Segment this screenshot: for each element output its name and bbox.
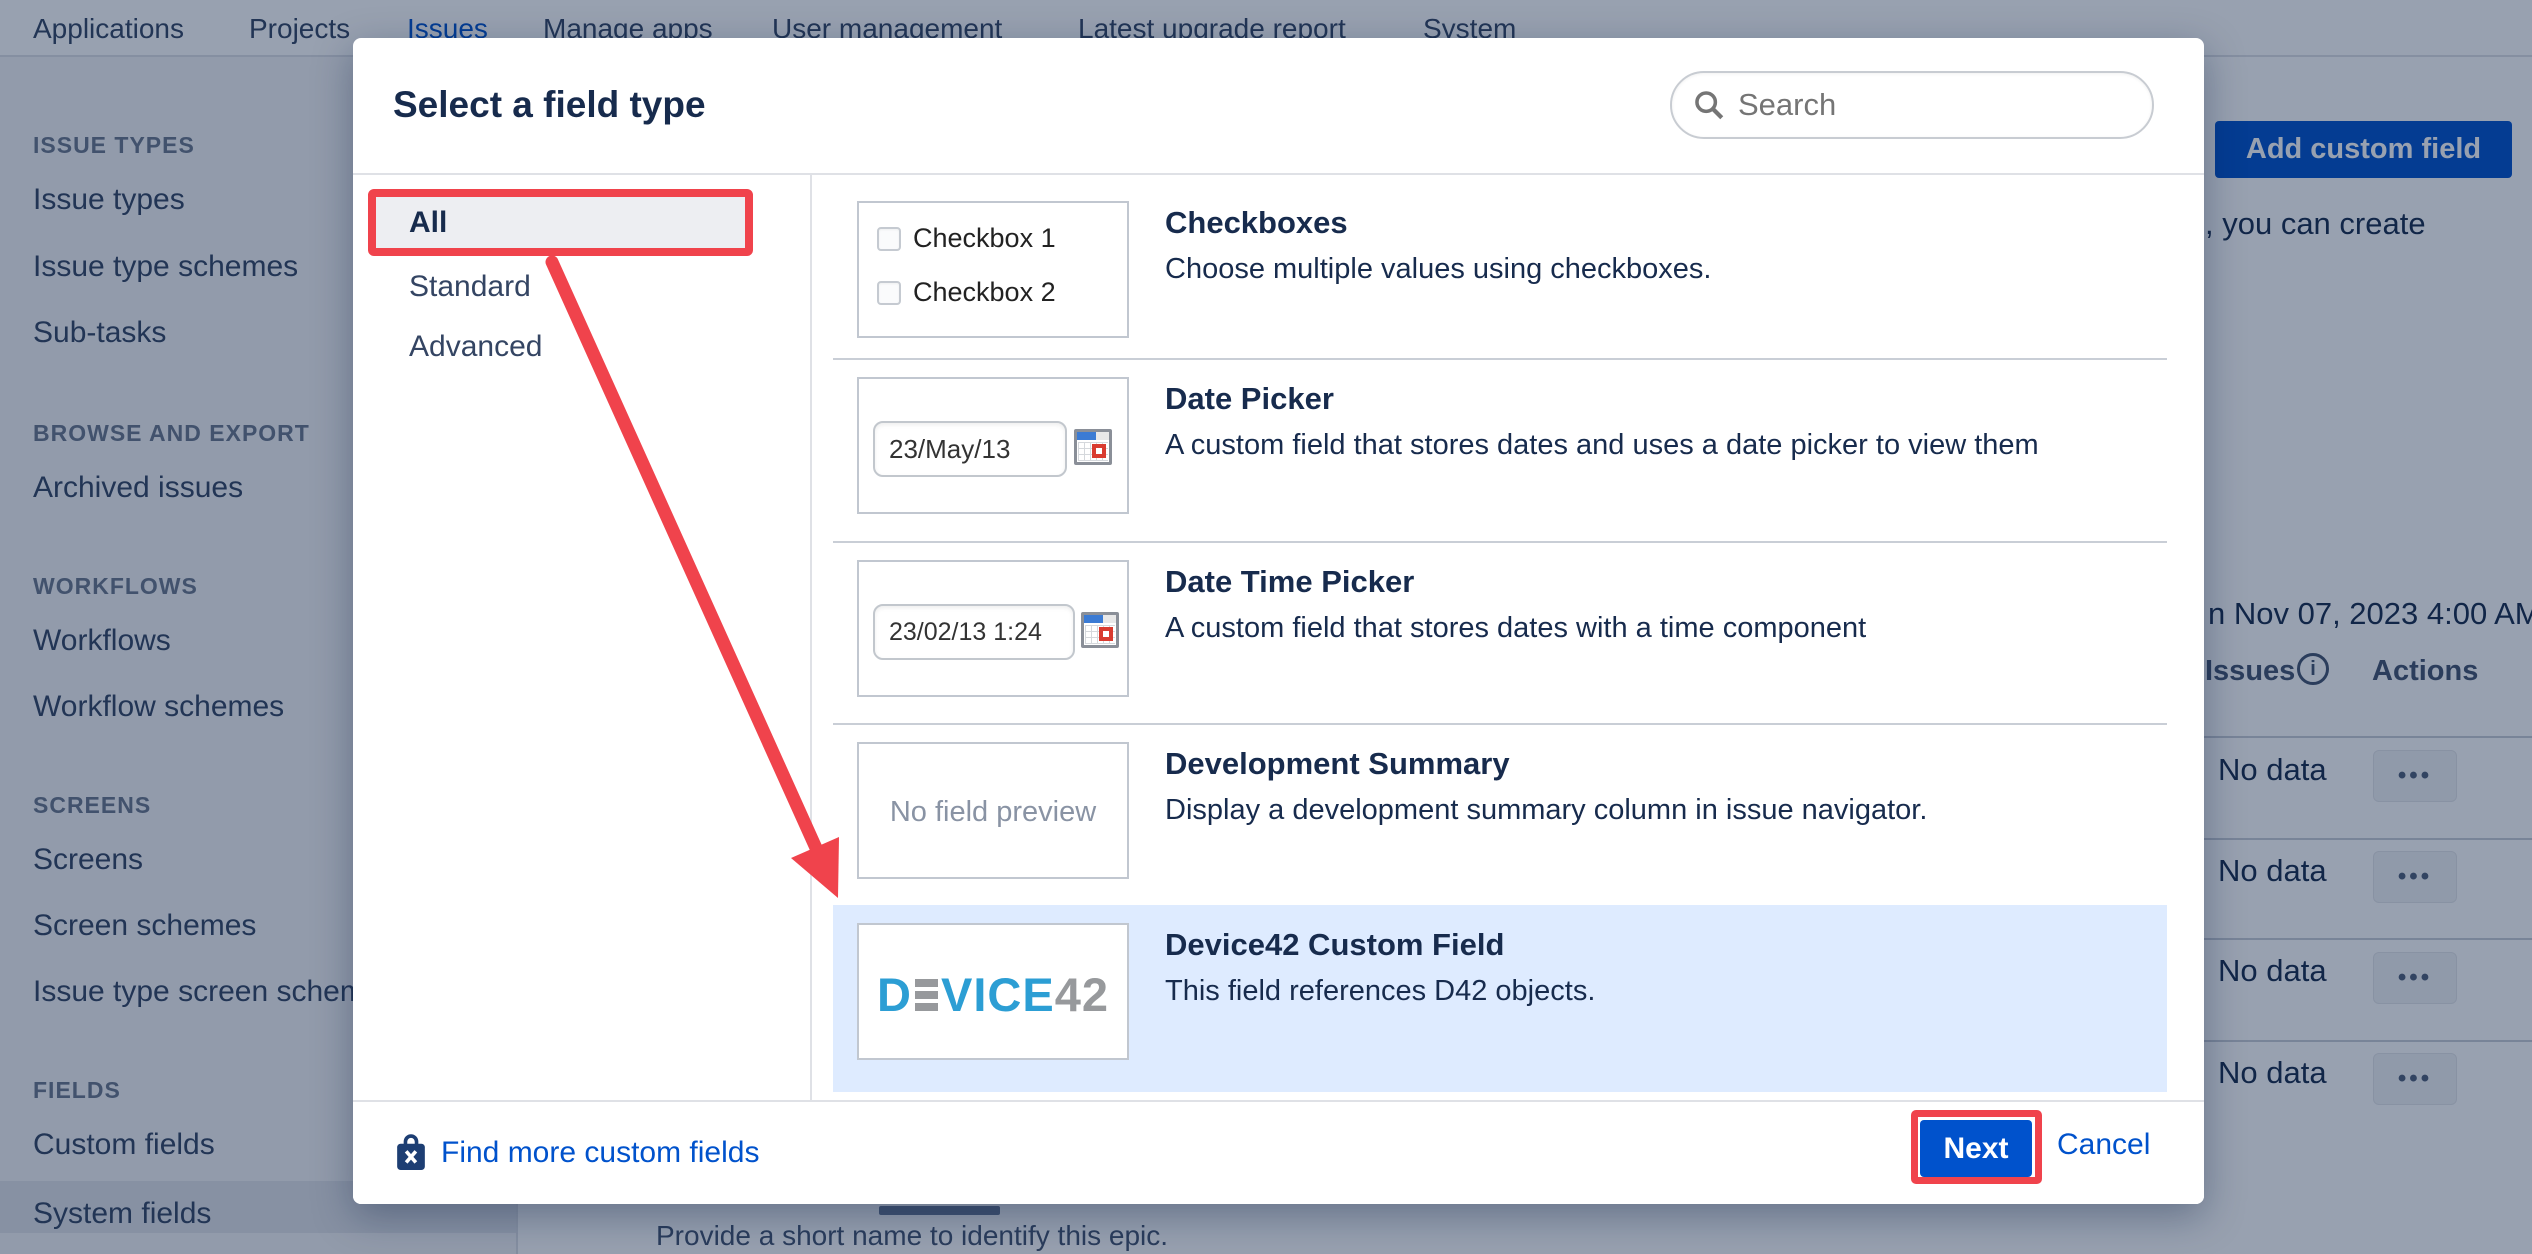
search-box — [1670, 71, 2154, 139]
device42-logo: D VICE 42 — [859, 967, 1127, 1022]
field-title: Date Picker — [1165, 381, 1334, 417]
field-title: Checkboxes — [1165, 205, 1348, 241]
checkbox-icon — [877, 227, 901, 251]
checkbox-label: Checkbox 2 — [913, 277, 1056, 308]
annotation-box-next-button — [1911, 1110, 2042, 1184]
screen: Applications Projects Issues Manage apps… — [0, 0, 2532, 1254]
datetime-input-preview: 23/02/13 1:24 — [873, 604, 1075, 660]
date-input-preview: 23/May/13 — [873, 421, 1067, 477]
field-preview: Checkbox 1 Checkbox 2 — [857, 201, 1129, 338]
tabs-divider — [810, 175, 812, 1100]
field-description: This field references D42 objects. — [1165, 975, 1595, 1008]
field-preview: D VICE 42 — [857, 923, 1129, 1060]
annotation-box-all-tab — [368, 189, 753, 256]
checkbox-label: Checkbox 1 — [913, 223, 1056, 254]
no-field-preview-text: No field preview — [859, 796, 1127, 829]
logo-number-42: 42 — [1055, 967, 1109, 1022]
field-type-row-device42[interactable]: D VICE 42 Device42 Custom Field This fie… — [833, 905, 2167, 1092]
logo-letter-d: D — [877, 967, 912, 1022]
field-type-row-development-summary[interactable]: No field preview Development Summary Dis… — [833, 724, 2167, 905]
header-divider — [353, 173, 2204, 175]
checkbox-icon — [877, 281, 901, 305]
field-type-row-date-time-picker[interactable]: 23/02/13 1:24 Date Time Picker A custom … — [833, 542, 2167, 723]
field-type-row-checkboxes[interactable]: Checkbox 1 Checkbox 2 Checkboxes Choose … — [833, 183, 2167, 358]
field-description: A custom field that stores dates with a … — [1165, 612, 1866, 645]
search-icon — [1692, 88, 1726, 122]
logo-bars-icon — [915, 979, 938, 1011]
field-title: Development Summary — [1165, 746, 1510, 782]
calendar-icon — [1074, 429, 1112, 465]
cancel-link[interactable]: Cancel — [2057, 1128, 2150, 1162]
search-input[interactable] — [1738, 87, 2132, 123]
field-preview: 23/May/13 — [857, 377, 1129, 514]
marketplace-icon — [393, 1130, 429, 1174]
logo-letters-vice: VICE — [941, 967, 1055, 1022]
field-type-row-date-picker[interactable]: 23/May/13 Date Picker A custom field tha… — [833, 359, 2167, 541]
tab-standard[interactable]: Standard — [409, 270, 531, 304]
dialog-title: Select a field type — [393, 84, 706, 126]
field-description: Display a development summary column in … — [1165, 794, 1927, 827]
tab-advanced[interactable]: Advanced — [409, 330, 542, 364]
field-preview: 23/02/13 1:24 — [857, 560, 1129, 697]
field-title: Date Time Picker — [1165, 564, 1414, 600]
field-description: A custom field that stores dates and use… — [1165, 429, 2039, 462]
find-more-custom-fields-link[interactable]: Find more custom fields — [441, 1136, 759, 1170]
field-title: Device42 Custom Field — [1165, 927, 1504, 963]
field-description: Choose multiple values using checkboxes. — [1165, 253, 1711, 286]
field-preview: No field preview — [857, 742, 1129, 879]
calendar-icon — [1081, 612, 1119, 648]
